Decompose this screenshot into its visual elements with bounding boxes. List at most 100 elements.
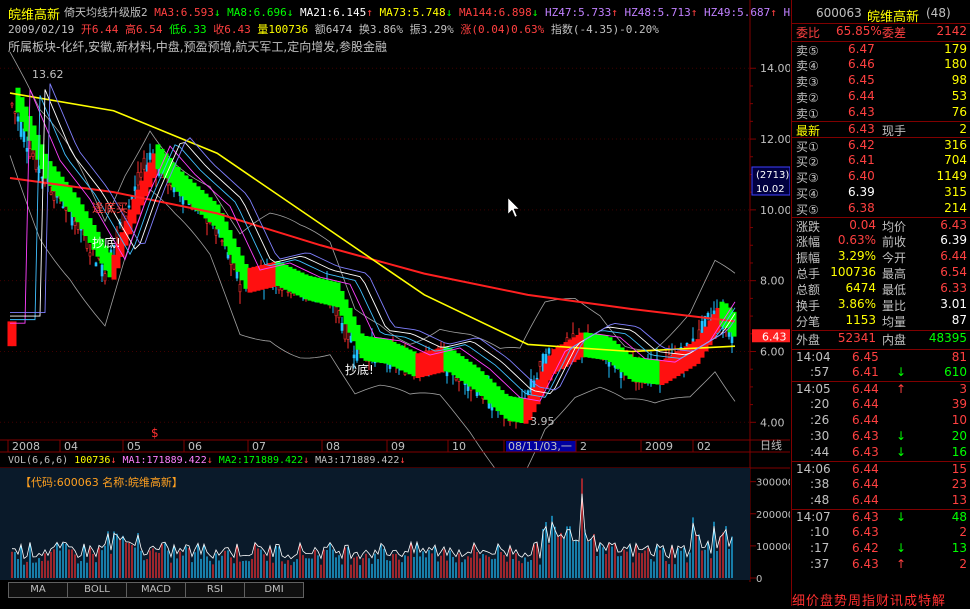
sell-level-2[interactable]: 卖② 6.44 53 [792,89,970,105]
tick-price: 6.44 [852,462,879,476]
tick-volume: 10 [951,413,967,427]
tick-row[interactable]: 14:04 6.45 81 [792,349,970,366]
tick-volume: 15 [951,462,967,476]
stat-value-2: 6.43 [940,218,967,232]
vol-ma2: MA2:171889.422 [218,455,304,466]
candle-body [94,262,98,267]
candle-body [31,152,35,157]
crosshair-count: (2713) [756,170,789,181]
buy-level-3[interactable]: 买③ 6.40 1149 [792,169,970,185]
sell-level-1[interactable]: 卖① 6.43 76 [792,105,970,121]
low-price-label: 3.95 [530,415,555,428]
vol-ma1: MA1:171889.422 [122,455,207,466]
neipan-label: 内盘 [882,333,907,347]
buy-price: 6.41 [848,153,875,167]
stat-row[interactable]: 总手 100736 最高 6.54 [792,265,970,281]
candlestick-chart[interactable]: 14.0012.0010.008.006.004.00 2008 04 05 06 07… [0,0,790,582]
stat-row[interactable]: 换手 3.86% 量比 3.01 [792,297,970,313]
tick-row[interactable]: 14:05 6.44 ↑ 3 [792,381,970,398]
tick-time: 14:04 [796,350,831,364]
weibi-label: 委比 [796,26,821,40]
x-tick-label: 02 [697,440,711,453]
stat-value: 0.63% [837,233,876,247]
tab-dmi[interactable]: DMI [244,582,304,598]
latest-value: 6.43 [848,122,875,136]
buy-label: 买④ [796,187,819,201]
stat-label: 总额 [796,283,821,297]
dollar-marker: $ [151,426,159,440]
tick-row[interactable]: :38 6.44 23 [792,477,970,493]
stat-label: 换手 [796,299,821,313]
waipan-row[interactable]: 外盘 52341 内盘 48395 [792,330,970,347]
tick-row[interactable]: :44 6.43 ↓ 16 [792,445,970,461]
buy-level-1[interactable]: 买① 6.42 316 [792,137,970,154]
sell-level-3[interactable]: 卖③ 6.45 98 [792,73,970,89]
tick-time: :30 [810,429,830,443]
buy-level-2[interactable]: 买② 6.41 704 [792,153,970,169]
candle-body [706,313,710,318]
buy-level-4[interactable]: 买④ 6.39 315 [792,185,970,201]
vol-title: VOL(6,6,6) [8,455,69,466]
sell-label: 卖② [796,91,819,105]
tick-volume: 13 [951,493,967,507]
weibi-row[interactable]: 委比 65.85% 委差 2142 [792,23,970,40]
candle-body [139,171,143,178]
buy-label: 买② [796,155,819,169]
stat-row[interactable]: 涨跌 0.04 均价 6.43 [792,217,970,234]
stat-label: 总手 [796,267,821,281]
high-price-label: 13.62 [32,68,64,81]
bottom-function-tabs[interactable]: 细价盘势周指财讯成特解 [792,590,970,609]
stat-row[interactable]: 振幅 3.29% 今开 6.44 [792,249,970,265]
tick-row[interactable]: :26 6.44 10 [792,413,970,429]
tick-time: 14:06 [796,462,831,476]
stat-label-2: 今开 [882,251,907,265]
stat-row[interactable]: 总额 6474 最低 6.33 [792,281,970,297]
y-tick-label: 6.00 [760,345,785,358]
stat-value-2: 6.39 [940,233,967,247]
stat-label-2: 最高 [882,267,907,281]
vol-tick-label: 0 [756,574,762,582]
buy-volume: 214 [944,201,967,215]
buy-level-5[interactable]: 买⑤ 6.38 214 [792,201,970,217]
x-tick-label: 07 [252,440,266,453]
vol-tick-label: 300000 [756,478,790,489]
tick-price: 6.44 [852,382,879,396]
tick-row[interactable]: :37 6.43 ↑ 2 [792,557,970,573]
tab-boll[interactable]: BOLL [67,582,127,598]
tick-volume: 23 [951,477,967,491]
tab-rsi[interactable]: RSI [185,582,245,598]
tick-row[interactable]: :17 6.42 ↓ 13 [792,541,970,557]
period-label[interactable]: 日线 [760,438,782,452]
tab-ma[interactable]: MA [8,582,68,598]
tick-row[interactable]: 14:06 6.44 15 [792,461,970,478]
tab-macd[interactable]: MACD [126,582,186,598]
tick-row[interactable]: :30 6.43 ↓ 20 [792,429,970,445]
tick-row[interactable]: :48 6.44 13 [792,493,970,509]
x-tick-label: 09 [391,440,405,453]
waipan-value: 52341 [837,331,876,345]
tick-row[interactable]: :10 6.43 2 [792,525,970,541]
candle-body [49,191,53,195]
sell-volume: 76 [951,105,967,119]
candle-body [10,103,14,106]
stat-value-2: 6.33 [940,281,967,295]
stat-row[interactable]: 涨幅 0.63% 前收 6.39 [792,233,970,249]
vol-tick-label: 100000 [756,542,790,553]
sell-level-5[interactable]: 卖⑤ 6.47 179 [792,41,970,58]
tick-price: 6.43 [852,445,879,459]
sell-level-4[interactable]: 卖④ 6.46 180 [792,57,970,73]
sell-price: 6.44 [848,89,875,103]
volume-legend: VOL(6,6,6) 100736↓ MA1:171889.422↓ MA2:1… [8,455,406,466]
weicha-label: 委差 [882,26,907,40]
tick-row[interactable]: :20 6.44 39 [792,397,970,413]
weicha-value: 2142 [936,24,967,38]
bottom-signal-1: 抄底! [92,235,121,250]
tick-volume: 13 [951,541,967,555]
tick-arrow: ↑ [896,382,907,396]
latest-row[interactable]: 最新 6.43 现手 2 [792,121,970,138]
stat-row[interactable]: 分笔 1153 均量 87 [792,313,970,329]
code-label: 【代码:600063 名称:皖维高新】 [20,475,183,489]
tick-row[interactable]: :57 6.41 ↓ 610 [792,365,970,381]
sell-price: 6.45 [848,73,875,87]
tick-row[interactable]: 14:07 6.43 ↓ 48 [792,509,970,526]
